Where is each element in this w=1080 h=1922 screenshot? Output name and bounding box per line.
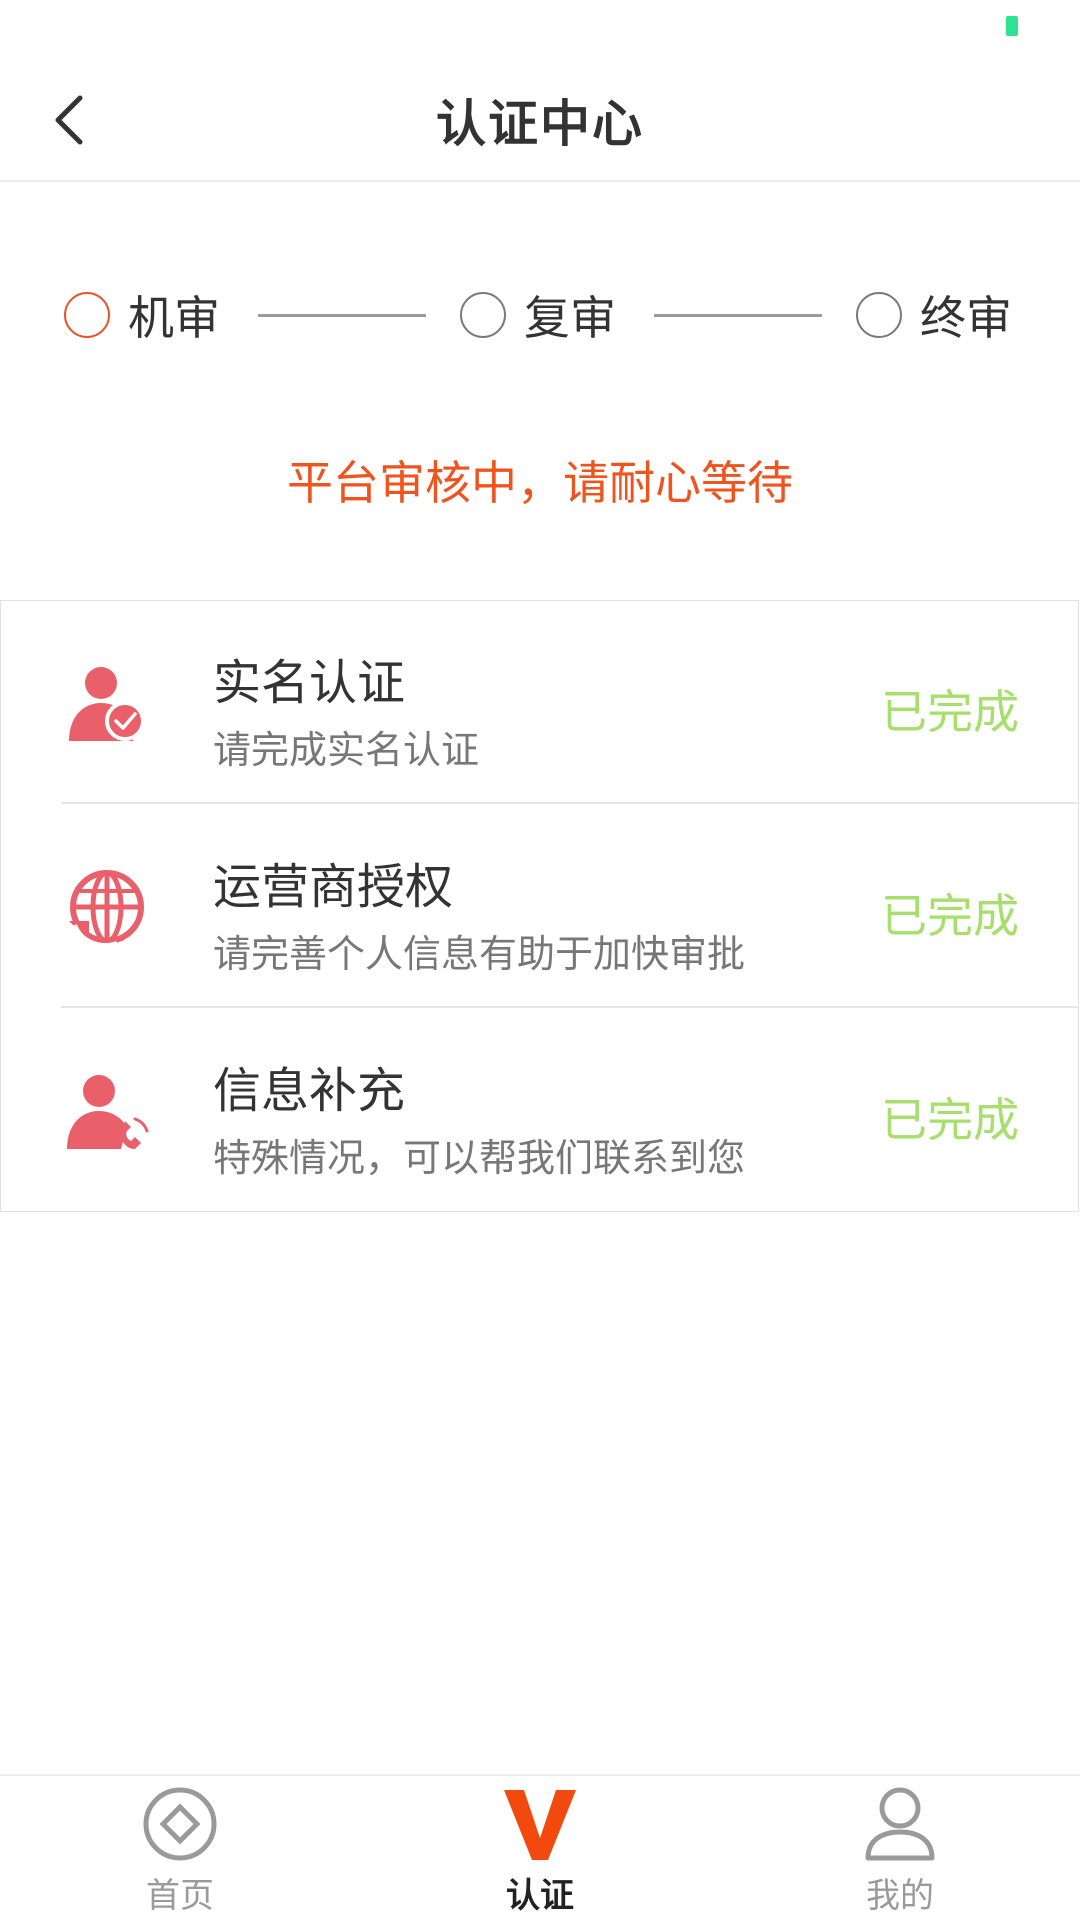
step-indicator bbox=[856, 292, 902, 338]
step-second-review: 复审 bbox=[460, 270, 616, 360]
user-phone-icon bbox=[67, 1075, 149, 1149]
card-real-name[interactable]: 实名认证 请完成实名认证 已完成 bbox=[1, 601, 1079, 804]
card-subtitle: 特殊情况，可以帮我们联系到您 bbox=[213, 1136, 746, 1180]
card-supplement-info[interactable]: 信息补充 特殊情况，可以帮我们联系到您 已完成 bbox=[1, 1009, 1079, 1212]
globe-refresh-icon bbox=[69, 870, 144, 947]
card-subtitle: 请完善个人信息有助于加快审批 bbox=[213, 932, 746, 976]
card-subtitle: 请完成实名认证 bbox=[213, 728, 480, 772]
status-indicator bbox=[1006, 16, 1018, 36]
verification-list: 实名认证 请完成实名认证 已完成 运营商授权 请完善个人信息有助于加快审批 已完… bbox=[0, 600, 1079, 1212]
tab-label: 首页 bbox=[146, 1876, 214, 1916]
user-check-icon bbox=[69, 667, 145, 741]
card-title: 信息补充 bbox=[213, 1063, 406, 1119]
bottom-tab-bar: 首页 认证 我的 bbox=[0, 1774, 1080, 1922]
status-badge: 已完成 bbox=[881, 1093, 1019, 1147]
review-status-message: 平台审核中，请耐心等待 bbox=[287, 456, 793, 510]
step-machine-review: 机审 bbox=[64, 270, 220, 360]
home-diamond-icon bbox=[143, 1787, 217, 1861]
tab-verify[interactable]: 认证 bbox=[450, 1776, 630, 1922]
review-steps: 机审 复审 终审 bbox=[0, 270, 1080, 360]
step-connector bbox=[654, 314, 822, 317]
step-label: 机审 bbox=[128, 291, 220, 345]
step-indicator bbox=[460, 292, 506, 338]
step-label: 复审 bbox=[524, 291, 616, 345]
card-title: 运营商授权 bbox=[213, 859, 454, 915]
page-title: 认证中心 bbox=[436, 95, 644, 153]
card-title: 实名认证 bbox=[213, 655, 406, 711]
tab-home[interactable]: 首页 bbox=[90, 1776, 270, 1922]
tab-label: 我的 bbox=[866, 1876, 934, 1916]
step-connector bbox=[258, 314, 426, 317]
v-logo-icon bbox=[504, 1790, 576, 1860]
status-badge: 已完成 bbox=[881, 889, 1019, 943]
tab-label: 认证 bbox=[506, 1876, 574, 1916]
divider bbox=[61, 1006, 1079, 1008]
step-indicator-active bbox=[64, 292, 110, 338]
header: 认证中心 bbox=[0, 60, 1080, 182]
card-carrier-auth[interactable]: 运营商授权 请完善个人信息有助于加快审批 已完成 bbox=[1, 805, 1079, 1008]
step-final-review: 终审 bbox=[856, 270, 1012, 360]
status-badge: 已完成 bbox=[881, 685, 1019, 739]
person-icon bbox=[865, 1787, 935, 1861]
step-label: 终审 bbox=[920, 291, 1012, 345]
divider bbox=[61, 802, 1079, 804]
status-bar bbox=[0, 0, 1080, 60]
tab-mine[interactable]: 我的 bbox=[810, 1776, 990, 1922]
